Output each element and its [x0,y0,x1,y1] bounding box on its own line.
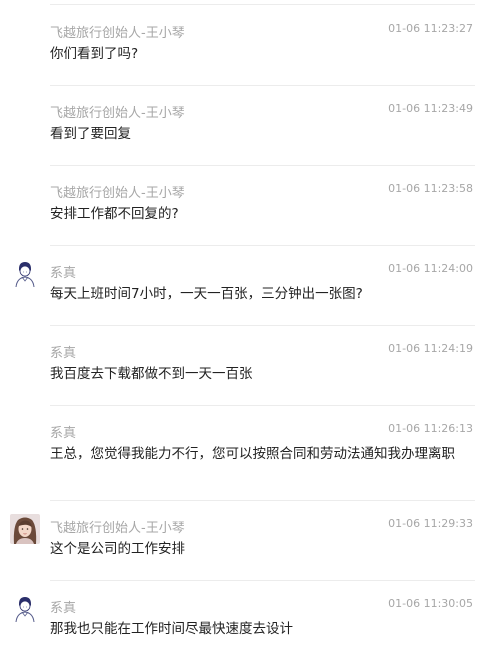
woman-photo-avatar-icon[interactable] [10,514,40,544]
message-divider [50,500,475,501]
message-timestamp: 01-06 11:24:00 [388,262,473,275]
message-text: 安排工作都不回复的? [50,206,179,222]
message-text: 我百度去下载都做不到一天一百张 [50,366,253,382]
message-text: 每天上班时间7小时，一天一百张，三分钟出一张图? [50,286,363,302]
message-divider [50,325,475,326]
message-divider [50,85,475,86]
message-divider [50,165,475,166]
sender-name: 系真 [50,346,77,361]
message-timestamp: 01-06 11:23:27 [388,22,473,35]
message-timestamp: 01-06 11:30:05 [388,597,473,610]
message-timestamp: 01-06 11:23:49 [388,102,473,115]
sender-name: 系真 [50,266,77,281]
sender-name: 飞越旅行创始人-王小琴 [50,26,185,41]
message-timestamp: 01-06 11:29:33 [388,517,473,530]
cartoon-person-avatar-icon[interactable] [10,259,40,289]
sender-name: 飞越旅行创始人-王小琴 [50,186,185,201]
message-text: 那我也只能在工作时间尽最快速度去设计 [50,621,293,637]
message-divider [50,405,475,406]
message-timestamp: 01-06 11:24:19 [388,342,473,355]
cartoon-person-avatar-icon[interactable] [10,594,40,624]
sender-name: 飞越旅行创始人-王小琴 [50,521,185,536]
sender-name: 系真 [50,601,77,616]
message-text: 这个是公司的工作安排 [50,541,185,557]
sender-name: 系真 [50,426,77,441]
message-timestamp: 01-06 11:23:58 [388,182,473,195]
message-divider [50,4,475,5]
message-timestamp: 01-06 11:26:13 [388,422,473,435]
message-divider [50,580,475,581]
message-text: 你们看到了吗? [50,46,139,62]
sender-name: 飞越旅行创始人-王小琴 [50,106,185,121]
message-divider [50,245,475,246]
message-text: 看到了要回复 [50,126,131,142]
chat-history: 飞越旅行创始人-王小琴 01-06 11:23:27 你们看到了吗? 飞越旅行创… [0,0,500,651]
message-text: 王总，您觉得我能力不行，您可以按照合同和劳动法通知我办理离职 [50,446,455,462]
